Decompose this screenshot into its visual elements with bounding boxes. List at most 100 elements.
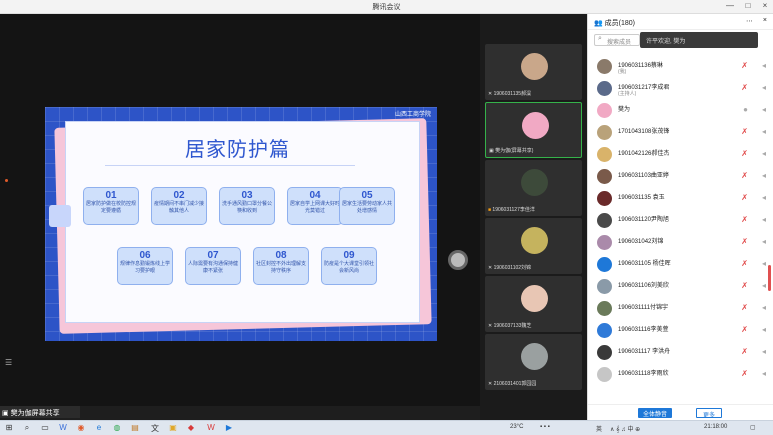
camera-off-icon: ◂ — [761, 259, 766, 268]
more-options-icon[interactable]: ⋯ — [746, 17, 753, 25]
mic-muted-icon[interactable]: ✗ — [741, 127, 748, 136]
edge-app-icon[interactable]: e — [94, 423, 104, 433]
participant-row[interactable]: 1701043108张茂锋 ✗ ◂ — [594, 122, 770, 144]
app-icon[interactable]: ◆ — [186, 423, 196, 433]
avatar — [597, 169, 612, 184]
chrome-app-icon[interactable]: ◍ — [112, 423, 122, 433]
avatar — [597, 301, 612, 316]
participant-row[interactable]: 1906031120尹陶旭 ✗ ◂ — [594, 210, 770, 232]
camera-off-icon: ◂ — [761, 149, 766, 158]
clock[interactable]: 21:18:00 — [704, 424, 727, 430]
task-view-icon[interactable]: ▭ — [40, 423, 50, 433]
mic-muted-icon[interactable]: ✗ — [741, 193, 748, 202]
mic-muted-icon[interactable]: ✗ — [741, 215, 748, 224]
close-button[interactable]: × — [757, 1, 773, 13]
avatar — [522, 112, 549, 139]
video-tile[interactable]: ✕ 1906031102刘锦 — [485, 218, 582, 274]
tray-icons[interactable]: ∧ 𝄞 ♫ 中 ⊕ — [610, 424, 640, 434]
folder-app-icon[interactable]: ▤ — [130, 423, 140, 433]
video-tile-active[interactable]: ▣ 樊为伽(屏幕共享) — [485, 102, 582, 158]
slide-item-07: 07 人际需要有沟通保持健康不紧张 — [185, 247, 241, 285]
window-title: 腾讯会议 — [372, 4, 401, 11]
weather-readout[interactable]: 23°C — [510, 424, 523, 430]
camera-icon: ◂ — [761, 105, 766, 114]
participant-row[interactable]: 1906031117 李洪舟 ✗ ◂ — [594, 342, 770, 364]
maximize-button[interactable]: □ — [740, 1, 756, 13]
avatar — [597, 345, 612, 360]
mic-icon[interactable]: ● — [743, 105, 748, 114]
wps-app-icon[interactable]: W — [206, 423, 216, 433]
mic-muted-icon[interactable]: ✗ — [741, 369, 748, 378]
video-tile[interactable]: ✕ 1906037133魏芝 — [485, 276, 582, 332]
notifications-icon[interactable]: ▢ — [750, 424, 756, 431]
slide-item-05: 05 居家生活要劳动家人共处增感情 — [339, 187, 395, 225]
participant-row[interactable]: 1906031111付锦宇 ✗ ◂ — [594, 298, 770, 320]
camera-off-icon: ◂ — [761, 171, 766, 180]
camera-off-icon: ◂ — [761, 237, 766, 246]
mic-muted-icon[interactable]: ✗ — [741, 171, 748, 180]
participant-row[interactable]: 1906031118李雨欣 ✗ ◂ — [594, 364, 770, 386]
mic-muted-icon[interactable]: ✗ — [741, 281, 748, 290]
screen-share-label: ▣ 樊为伽屏幕共享 — [0, 406, 80, 418]
video-tile[interactable]: ✕ 2106031401郭园园 — [485, 334, 582, 390]
panel-footer: 全体静音 更多 — [588, 404, 773, 420]
camera-off-icon: ◂ — [761, 215, 766, 224]
mic-muted-icon: ✕ — [488, 323, 493, 329]
minimize-button[interactable]: — — [722, 1, 738, 13]
avatar — [597, 125, 612, 140]
participant-row[interactable]: 1906031103曲亚婷 ✗ ◂ — [594, 166, 770, 188]
mic-muted-icon[interactable]: ✗ — [741, 303, 748, 312]
mic-muted-icon[interactable]: ✗ — [741, 149, 748, 158]
app-icon[interactable]: 文 — [150, 423, 160, 433]
scrollbar-thumb[interactable] — [768, 265, 771, 291]
avatar — [597, 81, 612, 96]
mic-muted-icon: ✕ — [488, 265, 493, 271]
video-tile[interactable]: ✕ 1906031135郝淏 — [485, 44, 582, 100]
meeting-app-icon[interactable]: ▶ — [224, 423, 234, 433]
avatar — [597, 323, 612, 338]
participants-panel: 👥 成员(180) ⋯ × 搜索成员 许平欢迎, 樊为 1906031136蔡琳… — [587, 14, 773, 420]
participant-row[interactable]: 1906031217李成君 (主持人) ✗ ◂ — [594, 78, 770, 100]
avatar — [597, 191, 612, 206]
camera-off-icon: ◂ — [761, 83, 766, 92]
menu-icon[interactable]: ☰ — [5, 358, 15, 367]
shared-screen-area: 山西工商学院 居家防护篇 01 居家防护做在校防控规定要遵循 02 疫情期间不串门减… — [0, 14, 480, 406]
participant-row[interactable]: 1906031105 杨佳晖 ✗ ◂ — [594, 254, 770, 276]
browser-app-icon[interactable]: ◉ — [76, 423, 86, 433]
mic-muted-icon[interactable]: ✗ — [741, 347, 748, 356]
floating-control-button[interactable] — [448, 250, 468, 270]
camera-off-icon: ◂ — [761, 61, 766, 70]
participant-row[interactable]: 1906031042刘锦 ✗ ◂ — [594, 232, 770, 254]
video-tile[interactable]: ■ 1906031127李佳洋 — [485, 160, 582, 216]
word-app-icon[interactable]: W — [58, 423, 68, 433]
participant-row[interactable]: 1901042126郝佳杰 ✗ ◂ — [594, 144, 770, 166]
mic-muted-icon[interactable]: ✗ — [741, 325, 748, 334]
windows-start-icon[interactable]: ⊞ — [4, 423, 14, 433]
shared-slide: 山西工商学院 居家防护篇 01 居家防护做在校防控规定要遵循 02 疫情期间不串门减… — [45, 107, 437, 341]
participant-row[interactable]: 1906031106刘美欣 ✗ ◂ — [594, 276, 770, 298]
camera-off-icon: ◂ — [761, 347, 766, 356]
tray-app-icons[interactable]: ▪ ▪ ▪ — [540, 424, 550, 430]
files-app-icon[interactable]: ▣ — [168, 423, 178, 433]
participant-row[interactable]: 1906031136蔡琳 (我) ✗ ◂ — [594, 56, 770, 78]
ime-indicator[interactable]: 英 — [596, 424, 602, 433]
close-panel-icon[interactable]: × — [763, 17, 767, 24]
screen-share-icon: ▣ — [489, 148, 494, 154]
mic-muted-icon: ✕ — [488, 91, 493, 97]
search-input[interactable]: 搜索成员 — [594, 34, 640, 46]
participant-row[interactable]: 1906031135 袁玉 ✗ ◂ — [594, 188, 770, 210]
more-button[interactable]: 更多 — [696, 408, 722, 419]
camera-icon: ■ — [488, 207, 492, 213]
screen-share-icon: ▣ — [2, 410, 9, 417]
mic-muted-icon[interactable]: ✗ — [741, 61, 748, 70]
participant-row[interactable]: 樊为 ● ◂ — [594, 100, 770, 122]
mute-all-button[interactable]: 全体静音 — [638, 408, 672, 418]
participant-row[interactable]: 1906031116李美萱 ✗ ◂ — [594, 320, 770, 342]
avatar — [597, 103, 612, 118]
search-icon[interactable]: ⌕ — [22, 423, 32, 433]
camera-off-icon: ◂ — [761, 193, 766, 202]
school-logo: 山西工商学院 — [394, 111, 431, 118]
mic-muted-icon[interactable]: ✗ — [741, 237, 748, 246]
mic-muted-icon[interactable]: ✗ — [741, 83, 748, 92]
mic-muted-icon[interactable]: ✗ — [741, 259, 748, 268]
